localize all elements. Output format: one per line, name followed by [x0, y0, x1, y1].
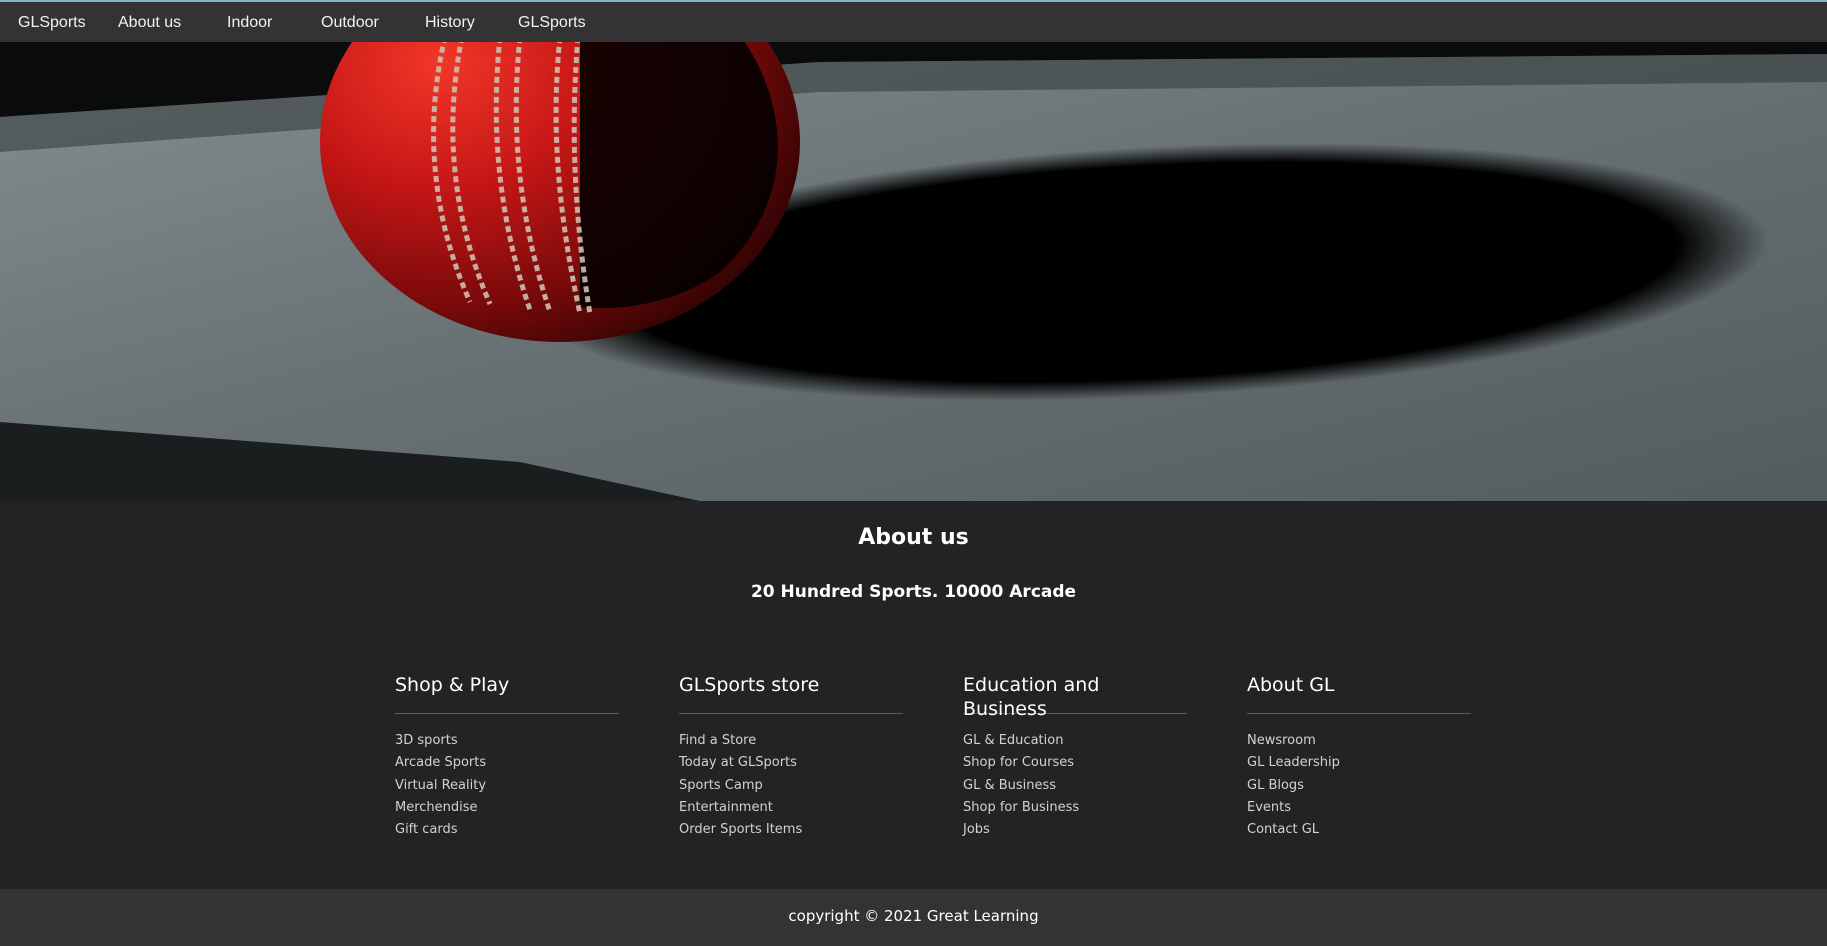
- footer-link-today-at-glsports[interactable]: Today at GLSports: [679, 752, 903, 774]
- about-subtitle: 20 Hundred Sports. 10000 Arcade: [750, 582, 1077, 602]
- footer-link-gl-leadership[interactable]: GL Leadership: [1247, 752, 1471, 774]
- column-title: Education and Business: [963, 673, 1187, 720]
- footer-link-order-sports-items[interactable]: Order Sports Items: [679, 819, 903, 841]
- footer-link-arcade-sports[interactable]: Arcade Sports: [395, 752, 619, 774]
- footer-link-shop-for-courses[interactable]: Shop for Courses: [963, 752, 1187, 774]
- footer-link-events[interactable]: Events: [1247, 797, 1471, 819]
- footer-link-virtual-reality[interactable]: Virtual Reality: [395, 775, 619, 797]
- footer-link-3d-sports[interactable]: 3D sports: [395, 730, 619, 752]
- footer-column-about-gl: About GL Newsroom GL Leadership GL Blogs…: [1247, 673, 1471, 841]
- link-list: Newsroom GL Leadership GL Blogs Events C…: [1247, 730, 1471, 841]
- about-title: About us: [858, 525, 969, 550]
- nav-item-outdoor[interactable]: Outdoor: [321, 2, 379, 42]
- footer-link-shop-for-business[interactable]: Shop for Business: [963, 797, 1187, 819]
- copyright-text: copyright © 2021 Great Learning: [788, 907, 1039, 925]
- footer-link-gl-business[interactable]: GL & Business: [963, 775, 1187, 797]
- footer-link-sports-camp[interactable]: Sports Camp: [679, 775, 903, 797]
- about-section: About us 20 Hundred Sports. 10000 Arcade…: [0, 501, 1827, 889]
- nav-item-indoor[interactable]: Indoor: [227, 2, 272, 42]
- footer-link-gl-education[interactable]: GL & Education: [963, 730, 1187, 752]
- nav-item-glsports[interactable]: GLSports: [518, 2, 586, 42]
- nav-item-glsports-home[interactable]: GLSports: [18, 2, 86, 42]
- link-list: GL & Education Shop for Courses GL & Bus…: [963, 730, 1187, 841]
- footer-column-shop-play: Shop & Play 3D sports Arcade Sports Virt…: [395, 673, 619, 841]
- footer-column-glsports-store: GLSports store Find a Store Today at GLS…: [679, 673, 903, 841]
- footer-link-newsroom[interactable]: Newsroom: [1247, 730, 1471, 752]
- cricket-ball-illustration: [0, 42, 1827, 501]
- column-title: Shop & Play: [395, 673, 619, 714]
- column-title: About GL: [1247, 673, 1471, 714]
- footer-link-entertainment[interactable]: Entertainment: [679, 797, 903, 819]
- nav-item-about-us[interactable]: About us: [118, 2, 181, 42]
- link-list: 3D sports Arcade Sports Virtual Reality …: [395, 730, 619, 841]
- hero-image: [0, 42, 1827, 501]
- footer-link-merchendise[interactable]: Merchendise: [395, 797, 619, 819]
- footer-link-gift-cards[interactable]: Gift cards: [395, 819, 619, 841]
- link-list: Find a Store Today at GLSports Sports Ca…: [679, 730, 903, 841]
- footer-link-gl-blogs[interactable]: GL Blogs: [1247, 775, 1471, 797]
- column-title: GLSports store: [679, 673, 903, 714]
- nav-item-history[interactable]: History: [425, 2, 475, 42]
- page-footer: copyright © 2021 Great Learning: [0, 889, 1827, 946]
- top-navbar: GLSports About us Indoor Outdoor History…: [0, 0, 1827, 42]
- footer-column-education-business: Education and Business GL & Education Sh…: [963, 673, 1187, 841]
- footer-link-find-a-store[interactable]: Find a Store: [679, 730, 903, 752]
- footer-link-contact-gl[interactable]: Contact GL: [1247, 819, 1471, 841]
- footer-link-jobs[interactable]: Jobs: [963, 819, 1187, 841]
